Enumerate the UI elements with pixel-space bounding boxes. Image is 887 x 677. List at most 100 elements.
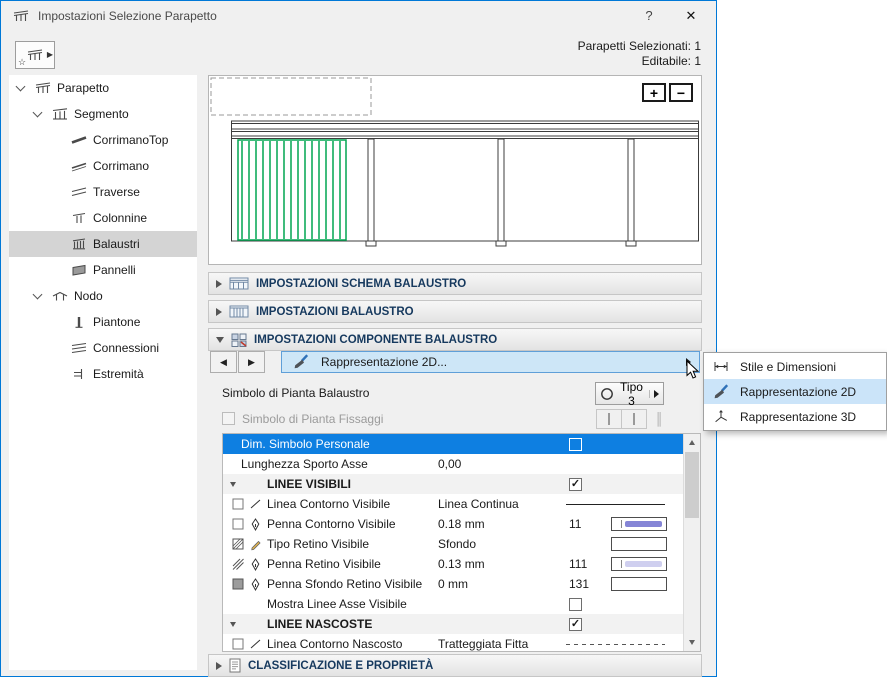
chevron-expanded-icon[interactable] — [32, 107, 43, 118]
zoom-out-button[interactable]: − — [669, 83, 693, 102]
next-page-button[interactable]: ▶ — [238, 351, 265, 373]
row-value: Sfondo — [438, 537, 477, 551]
chevron-expanded-icon[interactable] — [32, 289, 43, 300]
row-checkbox[interactable]: ✓ — [569, 617, 582, 631]
tree-item-balaustri[interactable]: Balaustri — [9, 231, 197, 257]
tree-item-estremità[interactable]: Estremità — [9, 361, 197, 387]
line-type-preview[interactable] — [563, 634, 675, 651]
align-left-button[interactable] — [596, 409, 622, 429]
post-icon — [69, 315, 88, 329]
document-icon — [229, 658, 241, 673]
collapse-arrow-icon[interactable] — [230, 621, 236, 627]
fissaggi-checkbox[interactable] — [222, 412, 235, 425]
table-row-penna-contorno-visibile[interactable]: Penna Contorno Visibile 0.18 mm 11 — [223, 514, 683, 534]
vertical-bar-icon — [633, 413, 635, 425]
scroll-down-button[interactable] — [684, 634, 700, 651]
menu-item-stile-e-dimensioni[interactable]: Stile e Dimensioni — [704, 354, 886, 379]
row-label: Dim. Simbolo Personale — [241, 437, 370, 451]
menu-item-label: Rappresentazione 3D — [740, 409, 857, 424]
row-label: LINEE VISIBILI — [267, 477, 352, 491]
tree-item-corrimano[interactable]: Corrimano — [9, 153, 197, 179]
table-row-linee-visibili[interactable]: LINEE VISIBILI ✓ — [223, 474, 683, 494]
rail-icon — [69, 185, 88, 199]
chevron-expanded-icon[interactable] — [15, 81, 26, 92]
table-row-penna-retino-visibile[interactable]: Penna Retino Visibile 0.13 mm 111 — [223, 554, 683, 574]
table-row-dim-simbolo-personale[interactable]: Dim. Simbolo Personale — [223, 434, 683, 454]
row-icons — [223, 621, 267, 627]
row-checkbox[interactable] — [569, 437, 582, 451]
row-checkbox[interactable] — [569, 597, 582, 611]
table-row-mostra-linee-asse-visibile[interactable]: Mostra Linee Asse Visibile — [223, 594, 683, 614]
tree-item-label: Corrimano — [93, 159, 150, 173]
tree-item-traverse[interactable]: Traverse — [9, 179, 197, 205]
balaustro-panel-icon — [229, 305, 249, 318]
color-swatch[interactable] — [611, 517, 667, 531]
tree-item-nodo[interactable]: Nodo — [9, 283, 197, 309]
section-balaustro[interactable]: IMPOSTAZIONI BALAUSTRO — [208, 300, 702, 323]
checkbox-empty-icon — [230, 498, 245, 510]
tree-item-connessioni[interactable]: Connessioni — [9, 335, 197, 361]
row-icons — [223, 557, 267, 571]
context-menu: Stile e Dimensioni Rappresentazione 2D Rap… — [703, 352, 887, 431]
help-button[interactable]: ? — [628, 1, 670, 31]
fissaggi-label: Simbolo di Pianta Fissaggi — [242, 412, 384, 426]
tree-item-label: Piantone — [93, 315, 141, 329]
tree-item-piantone[interactable]: Piantone — [9, 309, 197, 335]
color-swatch[interactable] — [611, 577, 667, 591]
tree-item-segmento[interactable]: Segmento — [9, 101, 197, 127]
scroll-up-button[interactable] — [684, 434, 700, 451]
color-swatch[interactable] — [611, 557, 667, 571]
tree-item-label: Pannelli — [93, 263, 136, 277]
favorites-button[interactable]: ☆ ▶ — [15, 41, 55, 69]
collapse-arrow-icon[interactable] — [230, 481, 236, 487]
gray-box-icon — [230, 578, 245, 590]
table-row-lunghezza-sporto-asse[interactable]: Lunghezza Sporto Asse 0,00 — [223, 454, 683, 474]
row-label: Linea Contorno Visibile — [267, 497, 391, 511]
align-right-button[interactable] — [621, 409, 647, 429]
tree-item-label: Estremità — [93, 367, 144, 381]
row-value: Tratteggiata Fitta — [438, 637, 529, 651]
tree-item-corrimanotop[interactable]: CorrimanoTop — [9, 127, 197, 153]
row-icons — [223, 638, 267, 650]
tree-item-label: Segmento — [74, 107, 129, 121]
menu-item-rappresentazione-3d[interactable]: Rappresentazione 3D — [704, 404, 886, 429]
symbol-type-label: Tipo 3 — [620, 379, 643, 408]
color-swatch[interactable] — [611, 537, 667, 551]
table-row-linea-contorno-visibile[interactable]: Linea Contorno Visibile Linea Continua — [223, 494, 683, 514]
table-row-penna-sfondo-retino-visibile[interactable]: Penna Sfondo Retino Visibile 0 mm 131 — [223, 574, 683, 594]
tree-item-label: Nodo — [74, 289, 103, 303]
panel-icon — [69, 263, 88, 277]
prev-page-button[interactable]: ◀ — [210, 351, 237, 373]
menu-item-rappresentazione-2d[interactable]: Rappresentazione 2D — [704, 379, 886, 404]
node-icon — [50, 289, 69, 303]
pen-number: 111 — [569, 557, 588, 571]
balusters-icon — [69, 237, 88, 251]
page-selector-value: Rappresentazione 2D... — [321, 355, 448, 369]
close-button[interactable]: ✕ — [670, 1, 712, 31]
table-row-tipo-retino-visibile[interactable]: Tipo Retino Visibile Sfondo — [223, 534, 683, 554]
tree-item-label: Traverse — [93, 185, 140, 199]
mouse-cursor — [686, 360, 700, 379]
line-type-preview[interactable] — [563, 494, 675, 514]
preview-2d[interactable]: + − — [208, 75, 702, 265]
section-classificazione[interactable]: CLASSIFICAZIONE E PROPRIETÀ — [208, 654, 702, 677]
row-checkbox[interactable]: ✓ — [569, 477, 582, 491]
titlebar[interactable]: Impostazioni Selezione Parapetto — [1, 1, 716, 31]
pencil-icon — [248, 538, 263, 551]
section-schema-balaustro[interactable]: IMPOSTAZIONI SCHEMA BALAUSTRO — [208, 272, 702, 295]
section-componente-balaustro[interactable]: IMPOSTAZIONI COMPONENTE BALAUSTRO — [208, 328, 702, 351]
zoom-in-button[interactable]: + — [642, 83, 666, 102]
pen-nib-icon — [248, 577, 263, 591]
attribute-table-wrap: Dim. Simbolo Personale Lunghezza Sporto A… — [222, 433, 701, 652]
table-row-linee-nascoste[interactable]: LINEE NASCOSTE ✓ — [223, 614, 683, 634]
page-selector[interactable]: Rappresentazione 2D... — [281, 351, 700, 373]
table-row-linea-contorno-nascosto[interactable]: Linea Contorno Nascosto Tratteggiata Fitt… — [223, 634, 683, 651]
row-icons — [223, 498, 267, 510]
tree-item-pannelli[interactable]: Pannelli — [9, 257, 197, 283]
scrollbar-thumb[interactable] — [685, 452, 699, 518]
tree-item-label: CorrimanoTop — [93, 133, 169, 147]
tree-item-colonnine[interactable]: Colonnine — [9, 205, 197, 231]
table-scrollbar[interactable] — [683, 434, 700, 651]
symbol-type-button[interactable]: Tipo 3 — [595, 379, 664, 408]
tree-item-parapetto[interactable]: Parapetto — [9, 75, 197, 101]
